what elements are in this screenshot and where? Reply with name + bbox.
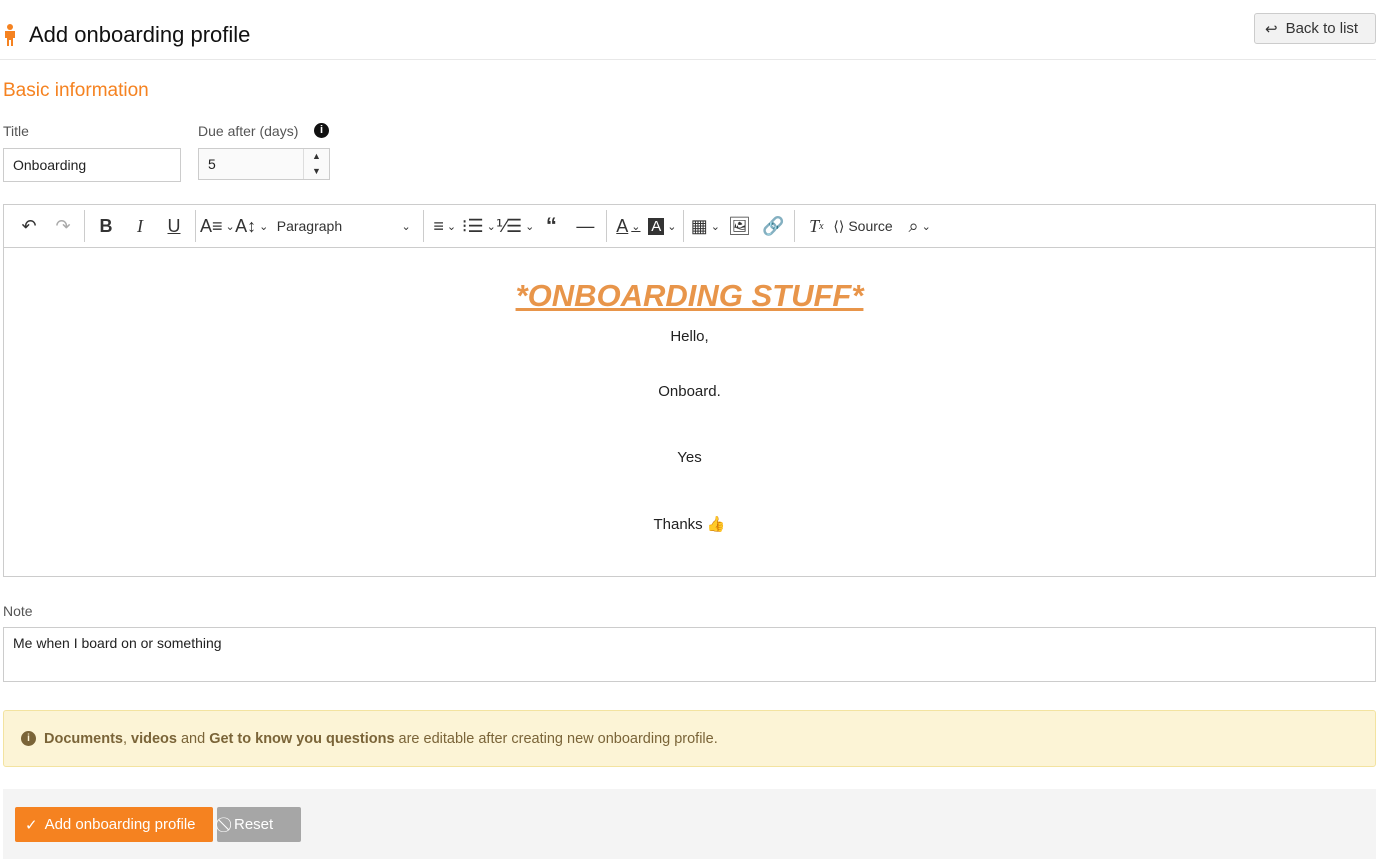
section-title: Basic information <box>3 80 149 101</box>
undo-icon[interactable]: ↶ <box>12 210 46 242</box>
info-icon: i <box>21 731 36 746</box>
note-label: Note <box>3 603 33 619</box>
remove-format-icon[interactable]: Tx <box>799 210 833 242</box>
underline-icon[interactable]: U <box>157 210 191 242</box>
editor-line: Hello, <box>670 328 709 345</box>
blockquote-icon[interactable]: “ <box>534 210 568 242</box>
table-icon[interactable]: ▦ ⌄ <box>688 210 722 242</box>
editor-line: Thanks 👍 <box>653 516 726 533</box>
horizontal-line-icon[interactable]: — <box>568 210 602 242</box>
reset-button[interactable]: ⃠Reset <box>217 807 301 842</box>
font-size-icon[interactable]: A↕ ⌄ <box>235 210 269 242</box>
add-onboarding-profile-button[interactable]: ✓ Add onboarding profile <box>15 807 213 842</box>
image-icon[interactable]: 🖼 <box>722 210 756 242</box>
bulleted-list-icon[interactable]: ⁝☰ ⌄ <box>462 210 496 242</box>
due-label: Due after (days) <box>198 123 299 139</box>
align-icon[interactable]: ≡ ⌄ <box>428 210 462 242</box>
source-icon: ⟨⟩ <box>833 217 845 234</box>
reply-icon: ↩ <box>1265 20 1278 38</box>
back-to-list-button[interactable]: ↩ Back to list <box>1254 13 1376 44</box>
page-title: Add onboarding profile <box>29 22 251 47</box>
editor-toolbar: ↶ ↷ B I U A≡ ⌄ A↕ ⌄ Paragraph ⌄ ≡ ⌄ ⁝☰ ⌄ ⅟☰ ⌄ … <box>3 204 1376 248</box>
info-alert: i Documents, videos and Get to know you … <box>3 710 1376 767</box>
paragraph-dropdown[interactable]: Paragraph ⌄ <box>269 210 419 242</box>
font-family-icon[interactable]: A≡ ⌄ <box>200 210 235 242</box>
background-color-icon[interactable]: A ⌄ <box>645 210 679 242</box>
editor-line: Onboard. <box>658 383 721 400</box>
person-icon <box>5 24 15 46</box>
editor-line: Yes <box>677 449 702 466</box>
editor-heading: *ONBOARDING STUFF* <box>515 278 864 313</box>
link-icon[interactable]: 🔗 <box>756 210 790 242</box>
rich-text-editor[interactable]: *ONBOARDING STUFF* Hello, Onboard. Yes T… <box>3 247 1376 577</box>
title-input[interactable]: Onboarding <box>3 148 181 182</box>
numbered-list-icon[interactable]: ⅟☰ ⌄ <box>496 210 535 242</box>
info-icon[interactable]: i <box>314 123 329 138</box>
find-replace-icon[interactable]: ⌕ ⌄ <box>903 210 937 242</box>
italic-icon[interactable]: I <box>123 210 157 242</box>
font-color-icon[interactable]: A ⌄ <box>611 210 645 242</box>
check-icon: ✓ <box>25 816 38 834</box>
redo-icon[interactable]: ↷ <box>46 210 80 242</box>
note-textarea[interactable]: Me when I board on or something <box>3 627 1376 682</box>
title-label: Title <box>3 123 29 139</box>
source-button[interactable]: ⟨⟩ Source <box>833 210 892 242</box>
number-stepper[interactable]: ▲ ▼ <box>303 149 329 179</box>
bold-icon[interactable]: B <box>89 210 123 242</box>
